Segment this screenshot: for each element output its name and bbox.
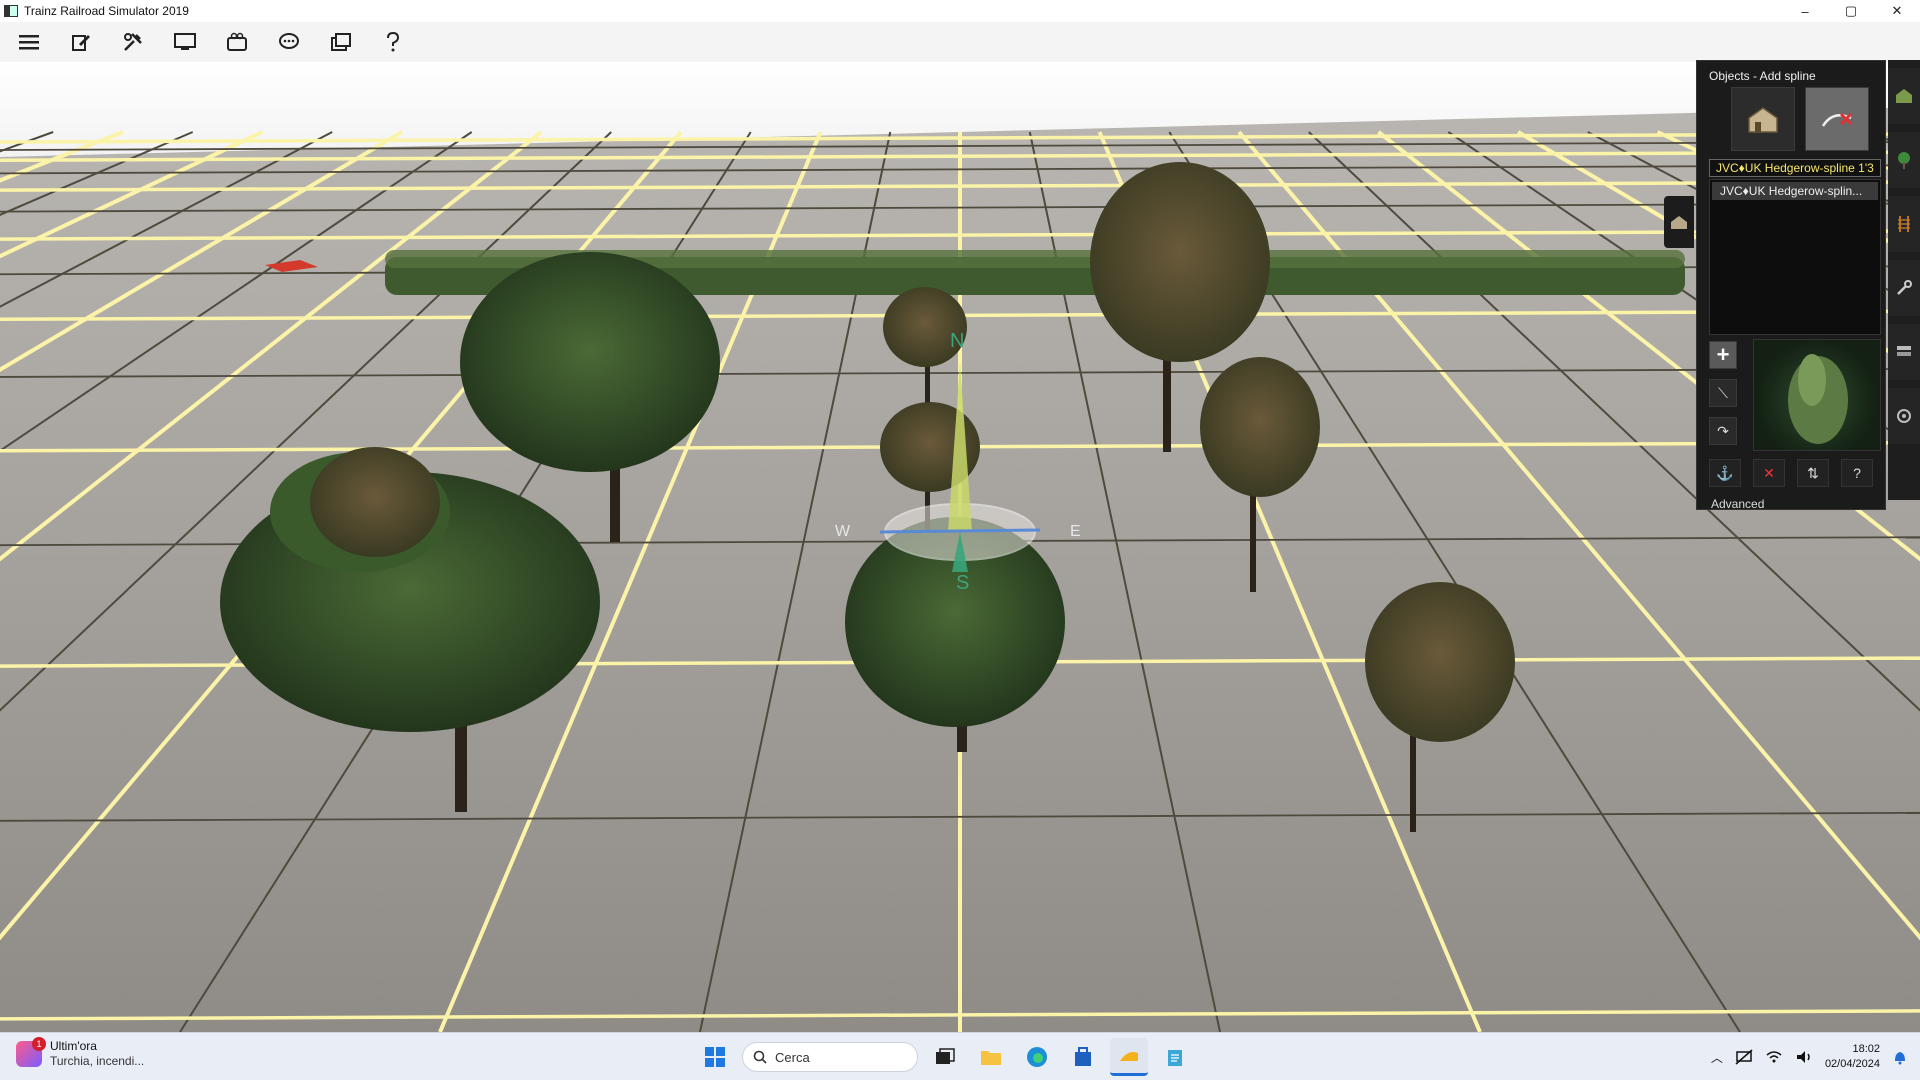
selected-asset-field[interactable]: JVC♦UK Hedgerow-spline 1'3 xyxy=(1709,159,1881,177)
brush-tool-button[interactable]: ⟍ xyxy=(1709,379,1737,407)
help-button[interactable] xyxy=(378,27,408,57)
edge-browser-button[interactable] xyxy=(1018,1038,1056,1076)
objects-strip-icon xyxy=(1896,89,1912,103)
camera-icon xyxy=(227,32,247,51)
trainz-icon xyxy=(1120,1051,1138,1061)
layers-strip-icon xyxy=(1897,346,1911,356)
maximize-button[interactable]: ▢ xyxy=(1828,0,1874,22)
notepad-icon xyxy=(1168,1050,1182,1066)
strip-layers-button[interactable] xyxy=(1888,324,1920,380)
tools-icon xyxy=(124,33,142,51)
help-icon xyxy=(387,31,400,52)
strip-trees-button[interactable] xyxy=(1888,132,1920,188)
system-tray: ︿ 18:02 02/04/2024 xyxy=(1711,1033,1920,1080)
compass-north-label: N xyxy=(950,330,964,352)
objects-panel: Objects - Add spline JVC♦UK Hedgerow-spl… xyxy=(1696,60,1886,511)
terrain-scene: N S E W xyxy=(0,107,1920,1032)
store-icon xyxy=(1075,1047,1091,1066)
delete-button[interactable]: ✕ xyxy=(1753,459,1785,487)
layers-button[interactable] xyxy=(326,27,356,57)
strip-track-button[interactable] xyxy=(1888,196,1920,252)
house-small-icon xyxy=(1671,216,1687,229)
notepad-button[interactable] xyxy=(1156,1038,1194,1076)
add-spline-button[interactable]: + xyxy=(1709,341,1737,369)
chat-icon xyxy=(279,33,299,49)
task-view-icon xyxy=(936,1048,955,1064)
task-view-button[interactable] xyxy=(926,1038,964,1076)
tree-red-left-small xyxy=(310,447,440,557)
trainz-app-button[interactable] xyxy=(1110,1038,1148,1076)
taskbar-search[interactable]: Cerca xyxy=(742,1042,918,1072)
clock-time: 18:02 xyxy=(1852,1043,1880,1055)
advanced-toggle[interactable]: Advanced xyxy=(1711,497,1764,511)
compass-east-label: E xyxy=(1070,523,1081,540)
spline-icon xyxy=(1821,112,1853,127)
window-controls: – ▢ ✕ xyxy=(1782,0,1920,22)
tools-button[interactable] xyxy=(118,27,148,57)
wrench-strip-icon xyxy=(1897,280,1912,295)
split-button[interactable]: ⇅ xyxy=(1797,459,1829,487)
asset-list-item[interactable]: JVC♦UK Hedgerow-splin... xyxy=(1712,182,1878,200)
tree-strip-icon xyxy=(1898,152,1910,169)
gear-strip-icon xyxy=(1897,409,1911,423)
store-button[interactable] xyxy=(1064,1038,1102,1076)
main-toolbar xyxy=(0,22,1920,62)
hedge-preview-image xyxy=(1788,354,1848,444)
window-titlebar: Trainz Railroad Simulator 2019 – ▢ ✕ xyxy=(0,0,1920,22)
asset-preview xyxy=(1753,339,1881,451)
rotate-tool-button[interactable]: ↷ xyxy=(1709,417,1737,445)
right-tool-strip xyxy=(1888,60,1920,500)
asset-list: JVC♦UK Hedgerow-splin... xyxy=(1709,179,1881,335)
app-icon xyxy=(4,5,18,17)
anchor-button[interactable]: ⚓ xyxy=(1709,459,1741,487)
start-button[interactable] xyxy=(696,1038,734,1076)
search-placeholder: Cerca xyxy=(775,1049,810,1065)
folder-icon xyxy=(981,1051,1001,1065)
display-button[interactable] xyxy=(170,27,200,57)
panel-side-tab[interactable] xyxy=(1664,196,1694,248)
menu-icon xyxy=(19,35,39,50)
volume-icon[interactable] xyxy=(1795,1049,1813,1065)
news-title: Ultim'ora xyxy=(50,1039,97,1053)
menu-button[interactable] xyxy=(14,27,44,57)
edit-icon xyxy=(72,35,90,51)
notification-bell-icon[interactable] xyxy=(1892,1049,1908,1065)
news-subtitle: Turchia, incendi... xyxy=(50,1054,145,1068)
monitor-icon xyxy=(174,33,196,50)
window-title: Trainz Railroad Simulator 2019 xyxy=(24,4,189,18)
spline-mode-button[interactable] xyxy=(1805,87,1869,151)
strip-settings-button[interactable] xyxy=(1888,388,1920,444)
windows-taskbar: 1 Ultim'ora Turchia, incendi... Cerca ︿ … xyxy=(0,1032,1920,1080)
news-widget[interactable]: 1 Ultim'ora Turchia, incendi... xyxy=(16,1037,144,1069)
news-badge: 1 xyxy=(32,1037,46,1051)
chat-button[interactable] xyxy=(274,27,304,57)
clock[interactable]: 18:02 02/04/2024 xyxy=(1825,1042,1880,1072)
edit-button[interactable] xyxy=(66,27,96,57)
edge-icon xyxy=(1027,1047,1047,1067)
wifi-icon[interactable] xyxy=(1765,1049,1783,1065)
house-icon xyxy=(1748,107,1778,133)
news-icon: 1 xyxy=(16,1037,46,1067)
minimize-button[interactable]: – xyxy=(1782,0,1828,22)
panel-help-button[interactable]: ? xyxy=(1841,459,1873,487)
strip-tools-button[interactable] xyxy=(1888,260,1920,316)
network-off-icon[interactable] xyxy=(1735,1049,1753,1065)
file-explorer-button[interactable] xyxy=(972,1038,1010,1076)
layers-icon xyxy=(331,33,351,51)
compass-south-label: S xyxy=(956,572,969,594)
objects-mode-button[interactable] xyxy=(1731,87,1795,151)
close-button[interactable]: ✕ xyxy=(1874,0,1920,22)
panel-title: Objects - Add spline xyxy=(1709,69,1816,83)
news-text: Ultim'ora Turchia, incendi... xyxy=(50,1039,144,1069)
track-strip-icon xyxy=(1898,216,1910,232)
compass-west-label: W xyxy=(835,523,851,540)
world-viewport[interactable]: N S E W xyxy=(0,62,1920,1032)
strip-objects-button[interactable] xyxy=(1888,68,1920,124)
tray-overflow-icon[interactable]: ︿ xyxy=(1711,1049,1723,1066)
windows-logo-icon xyxy=(705,1047,725,1067)
search-icon xyxy=(753,1050,767,1064)
camera-button[interactable] xyxy=(222,27,252,57)
clock-date: 02/04/2024 xyxy=(1824,1058,1880,1070)
taskbar-center: Cerca xyxy=(696,1038,1194,1076)
